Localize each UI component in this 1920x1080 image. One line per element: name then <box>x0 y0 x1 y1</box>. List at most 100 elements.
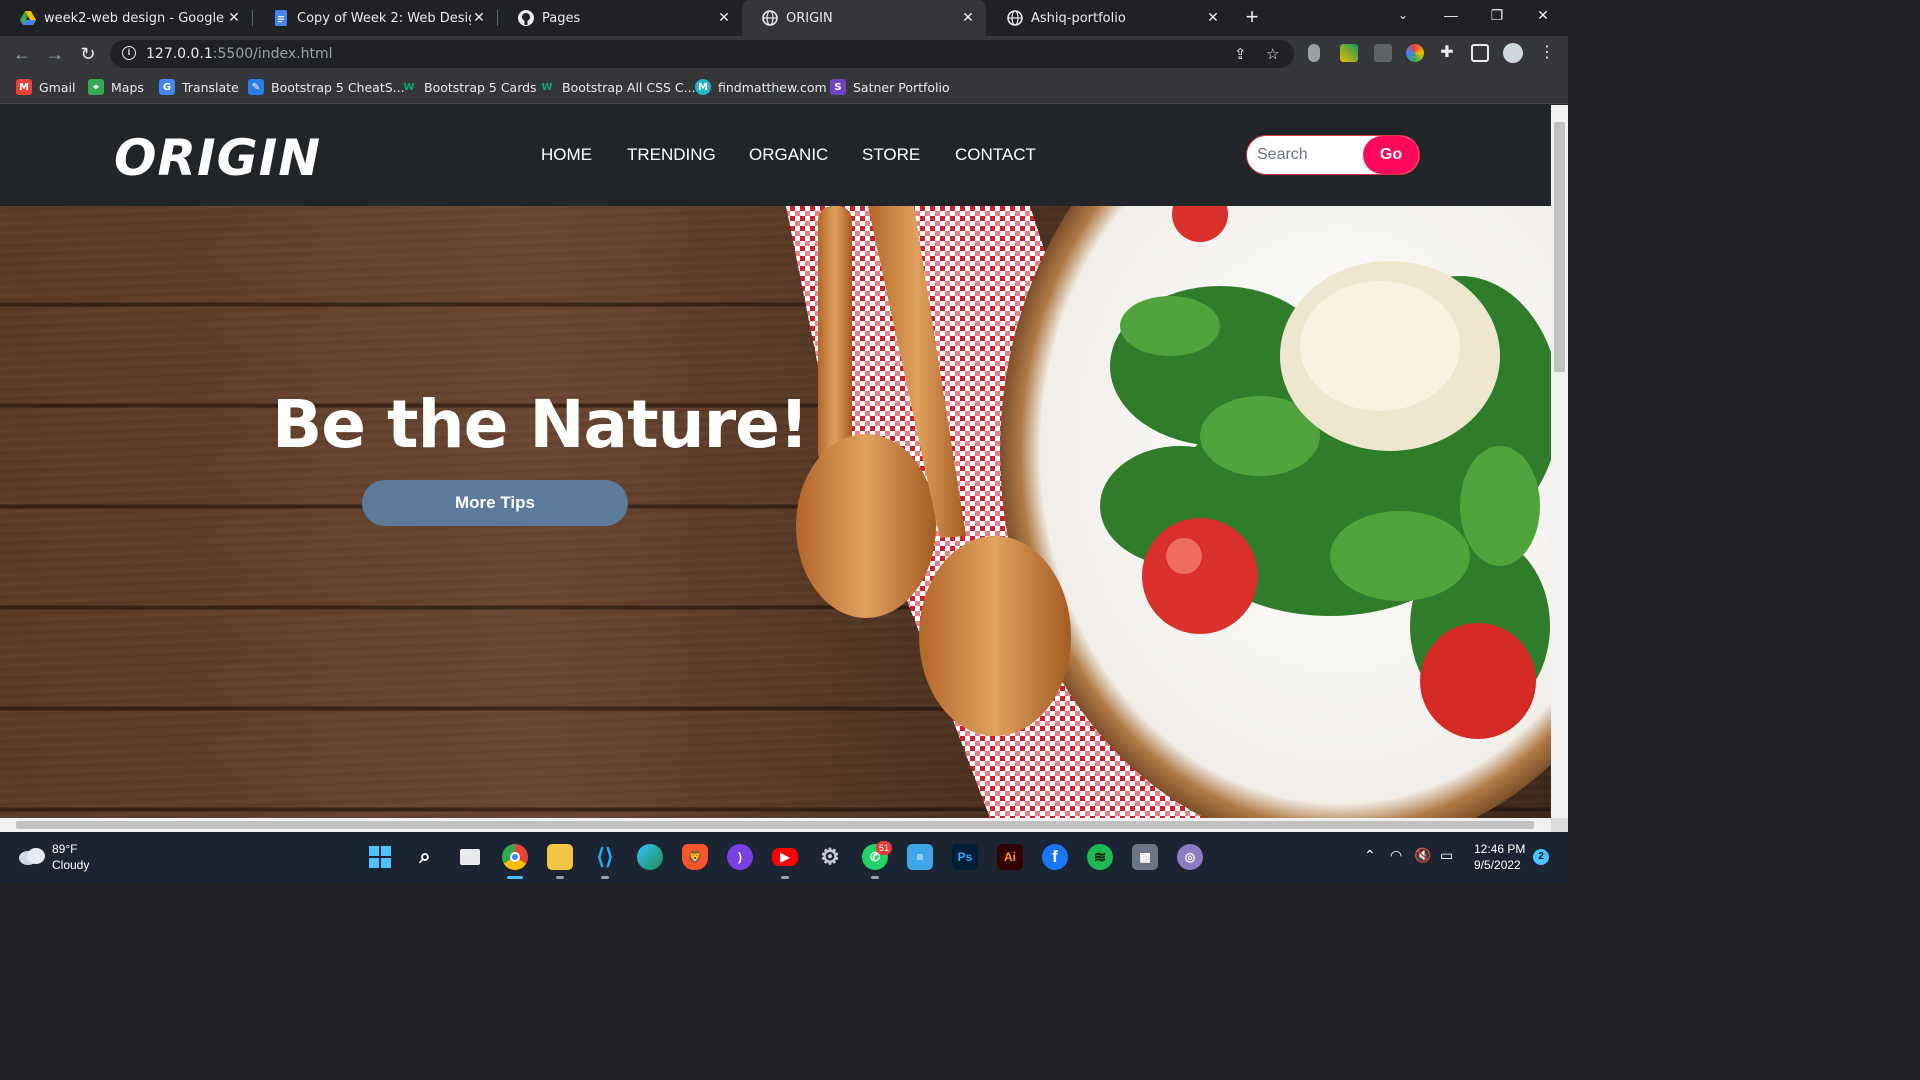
bookmark-satner-portfolio[interactable]: S Satner Portfolio <box>830 79 950 95</box>
clock-date[interactable]: 9/5/2022 <box>1474 858 1521 872</box>
restore-button[interactable]: ❐ <box>1474 0 1520 32</box>
nav-link-store[interactable]: STORE <box>862 145 920 165</box>
search-icon[interactable]: ⌕ <box>412 844 438 870</box>
settings-gear-icon[interactable]: ⚙ <box>817 844 843 870</box>
tray-overflow-chevron-icon[interactable]: ⌃ <box>1364 847 1376 864</box>
podcast-icon[interactable]: ) <box>727 844 753 870</box>
tab-search-chevron-icon[interactable]: ⌄ <box>1380 0 1426 32</box>
globe-icon <box>762 10 778 26</box>
notepad-icon[interactable]: ≡ <box>907 844 933 870</box>
maps-icon: ⌖ <box>88 79 104 95</box>
satner-icon: S <box>830 79 846 95</box>
back-button[interactable]: ← <box>10 42 34 66</box>
cloud-icon <box>19 848 45 865</box>
extension-icon[interactable] <box>1340 44 1358 62</box>
windows-taskbar: 89°F Cloudy ⌕ ⟨⟩ 🦁 ) ▶ ⚙ ✆ 51 ≡ Ps Ai f … <box>0 832 1568 882</box>
search-form: Go <box>1246 135 1420 175</box>
close-icon[interactable]: ✕ <box>716 10 732 26</box>
battery-icon[interactable]: ▭ <box>1440 847 1453 864</box>
extension-icon[interactable] <box>1374 44 1392 62</box>
site-info-icon[interactable]: i <box>122 46 136 60</box>
tab-origin[interactable]: ORIGIN ✕ <box>742 0 986 36</box>
bookmark-bootstrap-all-css[interactable]: W Bootstrap All CSS C... <box>539 79 695 95</box>
file-explorer-icon[interactable] <box>547 844 573 870</box>
new-tab-button[interactable]: + <box>1240 4 1264 32</box>
spotify-icon[interactable]: ≋ <box>1087 844 1113 870</box>
color-picker-extension-icon[interactable] <box>1406 44 1424 62</box>
page-viewport: ORIGIN HOME TRENDING ORGANIC STORE CONTA… <box>0 105 1551 818</box>
scrollbar-thumb[interactable] <box>1554 122 1565 372</box>
gmail-icon: M <box>16 79 32 95</box>
nav-link-home[interactable]: HOME <box>541 145 592 165</box>
menu-kebab-icon[interactable]: ⋮ <box>1538 44 1556 62</box>
bookmark-label: Satner Portfolio <box>853 79 950 95</box>
illustrator-icon[interactable]: Ai <box>997 844 1023 870</box>
window-close-button[interactable]: ✕ <box>1520 0 1566 32</box>
search-input[interactable] <box>1247 136 1365 174</box>
site-logo[interactable]: ORIGIN <box>114 129 321 187</box>
w3schools-icon: W <box>541 81 553 93</box>
forward-button[interactable]: → <box>43 42 67 66</box>
bootstrap-icon: ✎ <box>248 79 264 95</box>
youtube-icon[interactable]: ▶ <box>772 848 798 866</box>
search-go-button[interactable]: Go <box>1363 136 1419 174</box>
bookmark-label: Bootstrap 5 CheatS... <box>271 79 405 95</box>
scrollbar-thumb[interactable] <box>16 821 1534 829</box>
close-icon[interactable]: ✕ <box>471 10 487 26</box>
hero-title: Be the Nature! <box>272 386 809 463</box>
avatar[interactable] <box>1503 43 1523 63</box>
edge-icon[interactable] <box>637 844 663 870</box>
globe-icon <box>1007 10 1023 26</box>
bookmark-label: findmatthew.com <box>718 79 827 95</box>
tab-google-drive[interactable]: week2-web design - Google Driv ✕ <box>0 0 252 36</box>
task-view-icon[interactable] <box>457 844 483 870</box>
close-icon[interactable]: ✕ <box>226 10 242 26</box>
tab-title: Ashiq-portfolio <box>1031 10 1126 26</box>
horizontal-scrollbar[interactable] <box>0 818 1551 832</box>
weather-temperature: 89°F <box>52 842 78 856</box>
address-bar[interactable]: i 127.0.0.1:5500/index.html ⇪ ☆ <box>110 40 1294 68</box>
bookmark-findmatthew[interactable]: Mfindmatthew.com <box>695 79 827 95</box>
bookmark-label: Maps <box>111 79 144 95</box>
bookmark-star-icon[interactable]: ☆ <box>1266 45 1279 63</box>
notification-badge[interactable]: 2 <box>1533 849 1549 865</box>
side-panel-icon[interactable] <box>1471 44 1489 62</box>
chrome-icon[interactable] <box>502 844 528 870</box>
brave-icon[interactable]: 🦁 <box>682 844 708 870</box>
minimize-button[interactable]: — <box>1428 0 1474 32</box>
nav-link-contact[interactable]: CONTACT <box>955 145 1036 165</box>
bookmark-gmail[interactable]: M Gmail <box>16 79 75 95</box>
tor-browser-icon[interactable]: ◎ <box>1177 844 1203 870</box>
bookmark-bootstrap-cards[interactable]: W Bootstrap 5 Cards <box>401 79 537 95</box>
puzzle-extensions-icon[interactable]: ✚ <box>1438 44 1456 62</box>
tab-github-pages[interactable]: Pages ✕ <box>498 0 742 36</box>
extension-icon[interactable] <box>1308 44 1320 62</box>
vscode-icon[interactable]: ⟨⟩ <box>592 844 618 870</box>
bookmark-label: Bootstrap 5 Cards <box>424 79 537 95</box>
photoshop-icon[interactable]: Ps <box>952 844 978 870</box>
bookmark-maps[interactable]: ⌖ Maps <box>88 79 144 95</box>
calculator-icon[interactable]: ▦ <box>1132 844 1158 870</box>
tab-ashiq-portfolio[interactable]: Ashiq-portfolio ✕ <box>987 0 1231 36</box>
nav-link-trending[interactable]: TRENDING <box>627 145 716 165</box>
findmatthew-icon: M <box>695 79 711 95</box>
reload-button[interactable]: ↻ <box>76 42 100 66</box>
tab-google-docs[interactable]: Copy of Week 2: Web Designing ✕ <box>253 0 497 36</box>
bookmark-bootstrap-cheatsheet[interactable]: ✎ Bootstrap 5 CheatS... <box>248 79 405 95</box>
close-icon[interactable]: ✕ <box>960 10 976 26</box>
windows-start-icon[interactable] <box>367 844 393 870</box>
browser-tab-strip: week2-web design - Google Driv ✕ Copy of… <box>0 0 1568 36</box>
tab-title: ORIGIN <box>786 10 833 26</box>
volume-muted-icon[interactable]: 🔇 <box>1414 847 1431 864</box>
facebook-icon[interactable]: f <box>1042 844 1068 870</box>
share-icon[interactable]: ⇪ <box>1234 45 1247 63</box>
more-tips-button[interactable]: More Tips <box>362 480 628 526</box>
active-app-indicator <box>507 876 523 879</box>
nav-link-organic[interactable]: ORGANIC <box>749 145 828 165</box>
clock-time[interactable]: 12:46 PM <box>1474 842 1525 856</box>
app-indicator <box>556 876 564 879</box>
wifi-icon[interactable]: ◠ <box>1390 847 1402 864</box>
bookmark-translate[interactable]: G Translate <box>159 79 239 95</box>
vertical-scrollbar[interactable] <box>1551 105 1568 818</box>
close-icon[interactable]: ✕ <box>1205 10 1221 26</box>
